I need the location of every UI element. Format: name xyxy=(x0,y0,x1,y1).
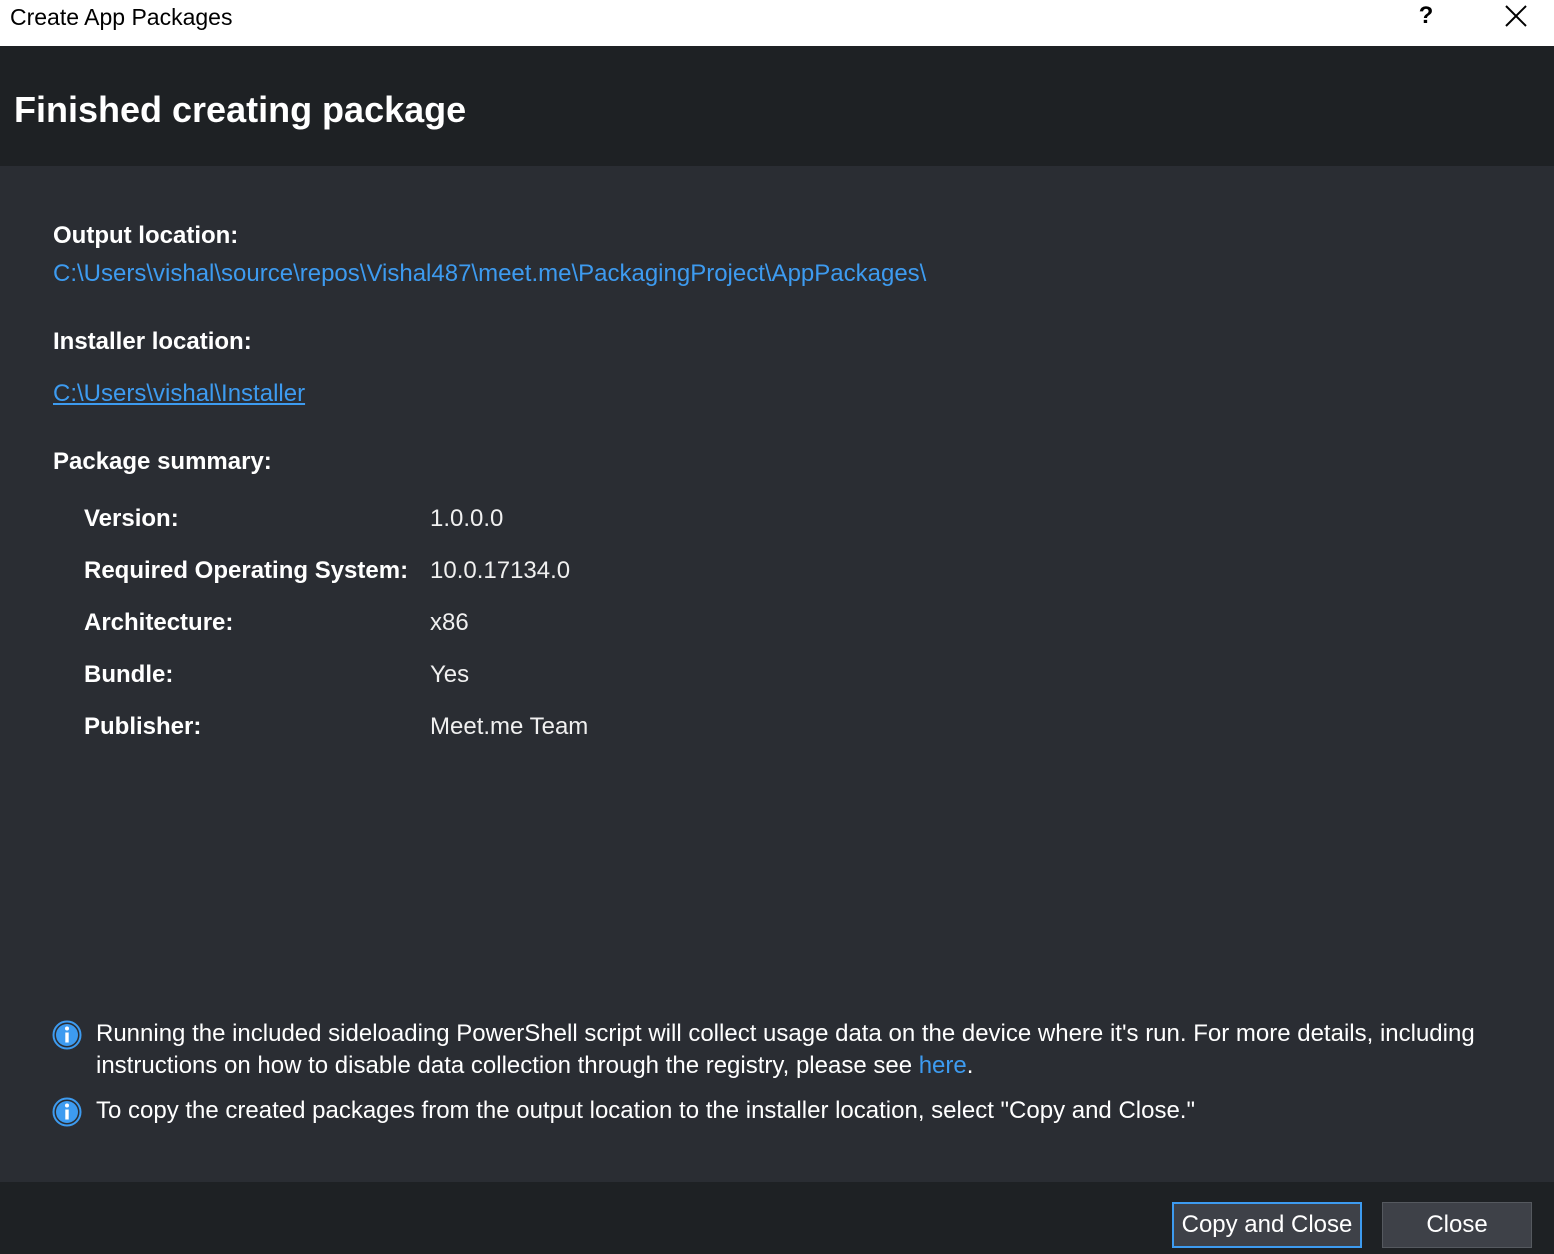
content-area: Output location: C:\Users\vishal\source\… xyxy=(0,166,1554,1182)
window-close-button[interactable] xyxy=(1486,0,1546,32)
here-link[interactable]: here xyxy=(919,1052,967,1079)
summary-value-required-os: 10.0.17134.0 xyxy=(430,557,571,584)
create-app-packages-dialog: Create App Packages ? Finished creating … xyxy=(0,0,1554,1254)
summary-key-bundle: Bundle: xyxy=(84,661,174,688)
close-label: Close xyxy=(1426,1211,1488,1238)
dialog-header: Finished creating package xyxy=(0,46,1554,166)
close-button[interactable]: Close xyxy=(1382,1202,1532,1248)
output-location-link[interactable]: C:\Users\vishal\source\repos\Vishal487\m… xyxy=(53,259,926,289)
info-icon xyxy=(52,1020,82,1050)
help-label: ? xyxy=(1418,2,1434,29)
help-button[interactable]: ? xyxy=(1396,0,1456,32)
window-title: Create App Packages xyxy=(10,4,233,30)
copy-and-close-button[interactable]: Copy and Close xyxy=(1172,1202,1362,1248)
info-icon xyxy=(52,1097,82,1127)
summary-key-architecture: Architecture: xyxy=(84,609,234,636)
page-title: Finished creating package xyxy=(14,89,467,130)
summary-key-version: Version: xyxy=(84,505,179,532)
copy-notice-text: To copy the created packages from the ou… xyxy=(96,1097,1195,1124)
close-icon xyxy=(1505,5,1527,27)
title-bar: Create App Packages ? xyxy=(0,0,1554,46)
summary-value-architecture: x86 xyxy=(430,609,469,636)
dialog-footer: Copy and Close Close xyxy=(0,1182,1554,1254)
summary-key-publisher: Publisher: xyxy=(84,713,202,740)
usage-data-message: Running the included sideloading PowerSh… xyxy=(96,1020,1475,1079)
installer-location-link[interactable]: C:\Users\vishal\Installer xyxy=(53,379,305,409)
usage-data-text: Running the included sideloading PowerSh… xyxy=(96,1018,1496,1082)
summary-value-publisher: Meet.me Team xyxy=(430,713,589,740)
output-location-label: Output location: xyxy=(53,222,239,249)
usage-data-end: . xyxy=(966,1052,974,1079)
summary-value-bundle: Yes xyxy=(430,661,470,688)
package-summary-label: Package summary: xyxy=(53,448,272,475)
installer-location-label: Installer location: xyxy=(53,328,252,355)
summary-key-required-os: Required Operating System: xyxy=(84,557,409,584)
copy-and-close-label: Copy and Close xyxy=(1181,1211,1353,1238)
summary-value-version: 1.0.0.0 xyxy=(430,505,504,532)
